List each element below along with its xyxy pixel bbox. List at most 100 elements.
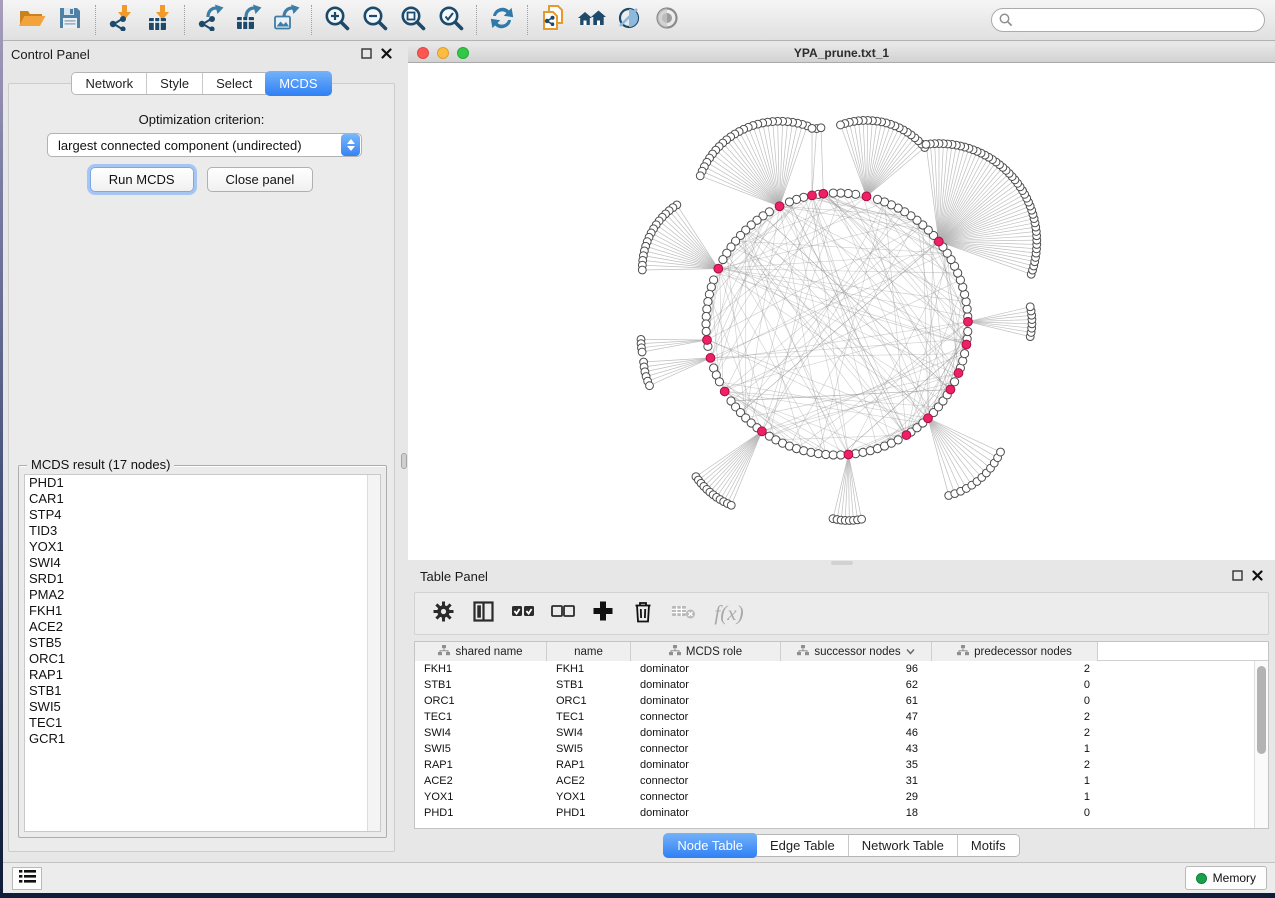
export-image-button[interactable] — [267, 3, 305, 37]
table-row[interactable]: PHD1PHD1dominator180 — [415, 805, 1268, 821]
network-node[interactable] — [715, 378, 723, 386]
table-row[interactable]: STB1STB1dominator620 — [415, 677, 1268, 693]
zoom-in-button[interactable] — [318, 3, 356, 37]
network-edge[interactable] — [841, 455, 848, 521]
unselect-all-button[interactable] — [545, 597, 581, 631]
table-row[interactable]: RAP1RAP1dominator352 — [415, 757, 1268, 773]
network-dominator-node[interactable] — [757, 427, 766, 436]
network-node[interactable] — [822, 450, 830, 458]
network-dominator-node[interactable] — [962, 340, 971, 349]
network-node[interactable] — [807, 448, 815, 456]
mcds-result-item[interactable]: SWI5 — [25, 699, 380, 715]
table-row[interactable]: TEC1TEC1connector472 — [415, 709, 1268, 725]
zoom-out-button[interactable] — [356, 3, 394, 37]
table-row[interactable]: SWI5SWI5connector431 — [415, 741, 1268, 757]
network-edge[interactable] — [641, 339, 707, 340]
table-row[interactable]: ORC1ORC1dominator610 — [415, 693, 1268, 709]
network-edge[interactable] — [866, 135, 911, 196]
network-node[interactable] — [829, 189, 837, 197]
network-node[interactable] — [727, 501, 735, 509]
network-dominator-node[interactable] — [934, 237, 943, 246]
network-dominator-node[interactable] — [775, 202, 784, 211]
network-edge[interactable] — [928, 418, 977, 481]
table-row[interactable]: ACE2ACE2connector311 — [415, 773, 1268, 789]
network-dominator-node[interactable] — [946, 385, 955, 394]
network-edge[interactable] — [646, 358, 710, 377]
tab-node-table[interactable]: Node Table — [663, 833, 758, 858]
network-edge[interactable] — [845, 123, 867, 196]
network-edge[interactable] — [739, 131, 779, 206]
mcds-result-item[interactable]: PMA2 — [25, 587, 380, 603]
network-dominator-node[interactable] — [954, 369, 963, 378]
network-node[interactable] — [704, 298, 712, 306]
network-edge[interactable] — [928, 418, 955, 493]
tab-network-table[interactable]: Network Table — [849, 835, 958, 856]
float-panel-icon[interactable] — [1232, 569, 1243, 584]
network-node[interactable] — [922, 140, 930, 148]
import-table-button[interactable] — [140, 3, 178, 37]
network-edge[interactable] — [669, 211, 718, 269]
search-input[interactable] — [991, 8, 1265, 32]
column-header-name[interactable]: name — [547, 642, 631, 661]
network-node[interactable] — [844, 189, 852, 197]
import-network-button[interactable] — [102, 3, 140, 37]
table-settings-button[interactable] — [425, 597, 461, 631]
memory-button[interactable]: Memory — [1185, 866, 1267, 890]
network-edge[interactable] — [812, 195, 891, 443]
splitter-handle[interactable] — [401, 453, 407, 469]
network-node[interactable] — [960, 350, 968, 358]
close-panel-icon[interactable] — [1252, 569, 1263, 584]
network-edge[interactable] — [866, 132, 907, 196]
mcds-result-item[interactable]: GCR1 — [25, 731, 380, 747]
network-node[interactable] — [852, 190, 860, 198]
close-panel-icon[interactable] — [381, 47, 392, 62]
network-node[interactable] — [638, 266, 646, 274]
select-all-button[interactable] — [505, 597, 541, 631]
vertical-splitter[interactable] — [400, 41, 408, 862]
close-window-icon[interactable] — [417, 47, 429, 59]
network-edge[interactable] — [866, 124, 890, 196]
zoom-selected-button[interactable] — [432, 3, 470, 37]
network-edge[interactable] — [848, 455, 861, 520]
delete-row-button[interactable] — [625, 597, 661, 631]
network-window-titlebar[interactable]: YPA_prune.txt_1 — [408, 43, 1275, 63]
column-header-shared-name[interactable]: shared name — [415, 642, 547, 661]
network-edge[interactable] — [641, 340, 707, 348]
maximize-window-icon[interactable] — [457, 47, 469, 59]
network-dominator-node[interactable] — [862, 192, 871, 201]
float-panel-icon[interactable] — [361, 47, 372, 62]
mcds-result-item[interactable]: PHD1 — [25, 475, 380, 491]
network-edge[interactable] — [724, 431, 762, 501]
tab-select[interactable]: Select — [203, 73, 266, 94]
minimize-window-icon[interactable] — [437, 47, 449, 59]
delete-table-button[interactable] — [665, 597, 701, 631]
network-node[interactable] — [894, 436, 902, 444]
column-header-successor-nodes[interactable]: successor nodes — [781, 642, 932, 661]
network-dominator-node[interactable] — [902, 431, 911, 440]
network-node[interactable] — [964, 327, 972, 335]
network-edge[interactable] — [725, 391, 826, 454]
network-node[interactable] — [702, 327, 710, 335]
table-row[interactable]: FKH1FKH1dominator962 — [415, 661, 1268, 677]
zoom-fit-button[interactable] — [394, 3, 432, 37]
save-session-button[interactable] — [51, 3, 89, 37]
table-row[interactable]: YOX1YOX1connector291 — [415, 789, 1268, 805]
network-edge[interactable] — [719, 146, 779, 206]
network-node[interactable] — [702, 320, 710, 328]
network-node[interactable] — [997, 448, 1005, 456]
network-edge[interactable] — [707, 162, 780, 206]
mcds-result-item[interactable]: ACE2 — [25, 619, 380, 635]
function-builder-button[interactable]: f(x) — [705, 597, 753, 631]
network-edge[interactable] — [642, 269, 718, 270]
hide-selected-button[interactable] — [610, 3, 648, 37]
open-file-button[interactable] — [13, 3, 51, 37]
network-dominator-node[interactable] — [924, 414, 933, 423]
first-neighbors-button[interactable] — [572, 3, 610, 37]
criterion-dropdown[interactable]: largest connected component (undirected) — [47, 133, 362, 157]
network-dominator-node[interactable] — [703, 336, 712, 345]
add-row-button[interactable] — [585, 597, 621, 631]
network-edge[interactable] — [968, 307, 1030, 322]
network-edge[interactable] — [811, 322, 968, 453]
network-dominator-node[interactable] — [819, 189, 828, 198]
network-node[interactable] — [962, 298, 970, 306]
